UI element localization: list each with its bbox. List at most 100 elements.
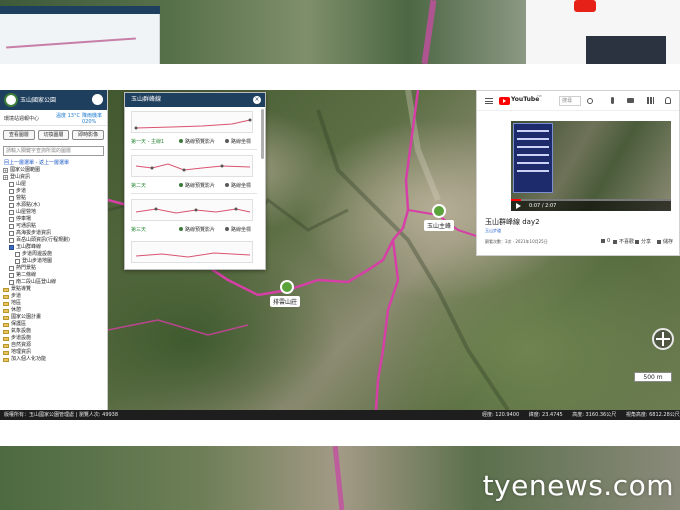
layer-tree-item[interactable]: 地理資訊 — [3, 349, 107, 356]
layer-checkbox[interactable] — [9, 189, 14, 194]
dislike-button[interactable]: 不喜歡 — [613, 238, 634, 245]
expand-icon[interactable]: + — [3, 175, 8, 180]
folder-icon[interactable] — [3, 357, 9, 362]
layer-checkbox[interactable] — [9, 182, 14, 187]
sidebar-button-row: 查看圖層 切換圖層 即時影像 — [0, 126, 107, 144]
map-marker-label: 玉山主峰 — [424, 220, 455, 231]
layer-search-input[interactable]: 請輸入關鍵字查詢所需的圖層 — [3, 146, 104, 156]
youtube-wordmark[interactable]: YouTube — [511, 96, 539, 103]
folder-icon[interactable] — [3, 301, 9, 306]
layer-checkbox[interactable] — [9, 273, 14, 278]
route-coord-link[interactable]: 路線坐標 — [225, 182, 251, 189]
layer-tree-item[interactable]: 登山步道地圖 — [3, 258, 107, 265]
route-video-link[interactable]: 路線預覽影片 — [179, 138, 215, 145]
apps-grid-icon[interactable] — [647, 97, 654, 104]
layer-tree-item[interactable]: 水源點(水) — [3, 202, 107, 209]
latitude-readout: 緯度: 23.4745 — [528, 412, 563, 418]
layer-tree-item[interactable]: 步道設施 — [3, 335, 107, 342]
layer-tree-item[interactable]: 步道 — [3, 293, 107, 300]
folder-icon[interactable] — [3, 308, 9, 313]
video-inset-panel — [513, 123, 553, 193]
layer-tree-item[interactable]: + 登山資訊 — [3, 174, 107, 181]
layer-tree-item[interactable]: 國家公園計畫 — [3, 314, 107, 321]
route-video-link[interactable]: 路線預覽影片 — [179, 182, 215, 189]
compass-icon[interactable] — [652, 328, 674, 350]
layer-tree-item[interactable]: 第二條線 — [3, 272, 107, 279]
layer-tree-item[interactable]: 景點導覽 — [3, 286, 107, 293]
layer-tree-item[interactable]: 玉山群峰線 — [3, 244, 107, 251]
layer-checkbox[interactable] — [9, 217, 14, 222]
layer-tree-item[interactable]: 保護區 — [3, 321, 107, 328]
layer-tree-item[interactable]: 自然資源 — [3, 342, 107, 349]
layer-tree-item[interactable]: 山屋營地 — [3, 209, 107, 216]
folder-icon[interactable] — [3, 315, 9, 320]
expand-icon[interactable]: + — [3, 168, 8, 173]
folder-icon[interactable] — [3, 322, 9, 327]
notification-bell-icon[interactable] — [665, 97, 671, 104]
folder-icon[interactable] — [3, 329, 9, 334]
layer-tree-item[interactable]: 山屋 — [3, 181, 107, 188]
layer-checkbox[interactable] — [9, 266, 14, 271]
user-icon[interactable] — [92, 94, 103, 105]
layer-tree-item[interactable]: 步道周邊設施 — [3, 251, 107, 258]
menu-nav-links[interactable]: 回上一層選單 - 返上一層選單 — [0, 158, 107, 167]
layer-tree-item[interactable]: 休憩 — [3, 307, 107, 314]
switch-layers-button[interactable]: 切換圖層 — [37, 130, 70, 140]
layer-tree-item[interactable]: 可通訊點 — [3, 223, 107, 230]
layer-checkbox[interactable] — [9, 203, 14, 208]
layer-checkbox[interactable] — [15, 252, 20, 257]
microphone-icon[interactable] — [611, 97, 614, 104]
layer-tree-item[interactable]: 高海拔步道資訊 — [3, 230, 107, 237]
temperature-readout: 溫度 13°C — [56, 113, 80, 119]
search-icon[interactable] — [587, 98, 593, 104]
play-icon[interactable] — [516, 203, 521, 209]
folder-icon[interactable] — [3, 343, 9, 348]
divider — [131, 193, 257, 194]
layer-tree-item[interactable]: + 國家公園範圍 — [3, 167, 107, 174]
create-video-icon[interactable] — [627, 98, 634, 103]
layer-checkbox[interactable] — [9, 280, 14, 285]
folder-icon[interactable] — [3, 336, 9, 341]
layer-tree-item[interactable]: 百岳山頭資訊(行程規劃) — [3, 237, 107, 244]
layer-checkbox[interactable] — [15, 259, 20, 264]
elevation-profile — [131, 111, 253, 133]
like-button[interactable]: 0 — [601, 238, 610, 244]
youtube-search-input[interactable]: 搜尋 — [559, 96, 581, 106]
route-coord-link[interactable]: 路線坐標 — [225, 138, 251, 145]
layer-tree-item[interactable]: 氣象設施 — [3, 328, 107, 335]
layer-checkbox[interactable] — [9, 231, 14, 236]
layer-checkbox[interactable] — [9, 224, 14, 229]
layer-checkbox[interactable] — [9, 245, 14, 250]
live-video-button[interactable]: 即時影像 — [72, 130, 105, 140]
layer-tree-item[interactable]: 熱門景點 — [3, 265, 107, 272]
hamburger-menu-icon[interactable] — [485, 98, 493, 104]
video-title: 玉山群峰線 day2 — [485, 218, 540, 226]
layer-checkbox[interactable] — [9, 196, 14, 201]
video-time: 0:07 / 2:07 — [529, 203, 557, 209]
route-video-link[interactable]: 路線預覽影片 — [179, 226, 215, 233]
layer-tree-item[interactable]: 營點 — [3, 195, 107, 202]
folder-icon[interactable] — [3, 350, 9, 355]
layer-tree-item[interactable]: 南二段山區登山線 — [3, 279, 107, 286]
scrollbar[interactable] — [261, 109, 264, 159]
video-meta: 觀看次數：3次 · 2021年10月25日 — [485, 239, 548, 244]
view-layers-button[interactable]: 查看圖層 — [3, 130, 35, 140]
layer-tree-item[interactable]: 地區 — [3, 300, 107, 307]
route-coord-link[interactable]: 路線坐標 — [225, 226, 251, 233]
channel-tag[interactable]: 玉山步道 — [485, 228, 501, 234]
folder-icon[interactable] — [3, 294, 9, 299]
layer-tree-item[interactable]: 加入個人化功能 — [3, 356, 107, 363]
close-icon[interactable]: × — [253, 96, 261, 104]
layer-checkbox[interactable] — [9, 210, 14, 215]
map-marker-peak[interactable] — [432, 204, 446, 218]
save-button[interactable]: 儲存 — [657, 238, 673, 245]
youtube-logo-icon[interactable] — [499, 97, 510, 105]
share-button[interactable]: 分享 — [635, 238, 651, 245]
layer-checkbox[interactable] — [9, 238, 14, 243]
folder-icon[interactable] — [3, 287, 9, 292]
video-player[interactable]: 0:07 / 2:07 — [511, 121, 671, 211]
layer-tree-item[interactable]: 步道 — [3, 188, 107, 195]
background-trail-blur — [421, 0, 437, 64]
layer-tree-item[interactable]: 停車場 — [3, 216, 107, 223]
map-marker-lodge[interactable] — [280, 280, 294, 294]
